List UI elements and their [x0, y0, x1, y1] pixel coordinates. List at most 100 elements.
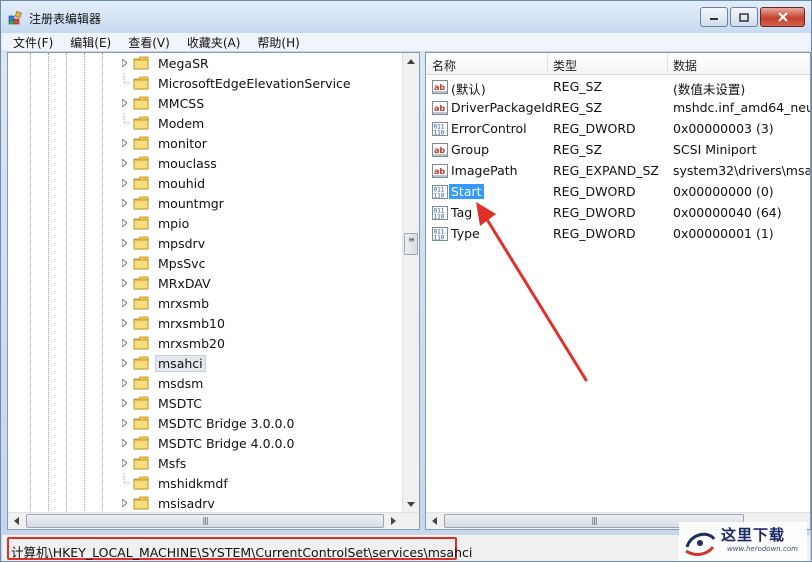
tree-item[interactable]: mouhid [120, 173, 208, 193]
tree-item[interactable]: msisadrv [120, 493, 218, 513]
scroll-thumb[interactable]: ||| [26, 514, 384, 528]
tree-item[interactable]: mpio [120, 213, 192, 233]
tree-item-label: mpsdrv [158, 235, 206, 251]
expand-arrow-icon[interactable] [120, 173, 129, 193]
value-row[interactable]: 011 110 Start REG_DWORD 0x00000000 (0) [426, 182, 810, 203]
tree-item[interactable]: MpsSvc [120, 253, 208, 273]
maximize-button[interactable] [730, 7, 758, 27]
scroll-thumb[interactable]: ≡ [404, 233, 418, 255]
tree-item[interactable]: MegaSR [120, 53, 212, 73]
tree-item[interactable]: mshidkmdf [120, 473, 231, 493]
tree-item[interactable]: Modem [120, 113, 207, 133]
folder-icon [133, 216, 149, 230]
menu-view[interactable]: 查看(V) [117, 34, 176, 51]
watermark-logo-icon [685, 532, 716, 556]
tree-guide-line [66, 53, 67, 513]
tree-vertical-scrollbar[interactable]: ≡ [402, 53, 419, 513]
expand-arrow-icon[interactable] [120, 253, 129, 273]
tree-item[interactable]: mrxsmb20 [120, 333, 228, 353]
tree-item-label: MMCSS [158, 95, 205, 111]
tree-item[interactable]: MMCSS [120, 93, 207, 113]
menu-favorites[interactable]: 收藏夹(A) [176, 34, 247, 51]
value-type: REG_DWORD [553, 121, 636, 136]
tree-item[interactable]: mountmgr [120, 193, 227, 213]
tree-item[interactable]: MicrosoftEdgeElevationService [120, 73, 354, 93]
scroll-down-button[interactable] [403, 496, 419, 513]
menu-edit[interactable]: 编辑(E) [59, 34, 117, 51]
tree-item[interactable]: MRxDAV [120, 273, 214, 293]
tree-horizontal-scrollbar[interactable]: ||| [8, 512, 419, 529]
tree-item[interactable]: monitor [120, 133, 210, 153]
svg-text:ab: ab [434, 104, 445, 113]
value-row[interactable]: ab (默认) REG_SZ (数值未设置) [426, 77, 810, 98]
column-divider[interactable] [667, 53, 668, 75]
value-row[interactable]: ab Group REG_SZ SCSI Miniport [426, 140, 810, 161]
tree-item[interactable]: mpsdrv [120, 233, 208, 253]
tree-item[interactable]: mrxsmb10 [120, 313, 228, 333]
column-data-header[interactable]: 数据 [673, 57, 697, 74]
expand-arrow-icon[interactable] [120, 333, 129, 353]
tree-item-label: mrxsmb [158, 295, 210, 311]
expand-arrow-icon[interactable] [120, 193, 129, 213]
value-row[interactable]: ab ImagePath REG_EXPAND_SZ system32\drivers… [426, 161, 810, 182]
folder-icon [133, 376, 149, 390]
tree-item[interactable]: Msfs [120, 453, 189, 473]
expand-arrow-icon[interactable] [120, 393, 129, 413]
expand-arrow-icon[interactable] [120, 313, 129, 333]
tree-item[interactable]: MSDTC Bridge 4.0.0.0 [120, 433, 297, 453]
value-row[interactable]: 011 110 ErrorControl REG_DWORD 0x00000003 (3… [426, 119, 810, 140]
expand-arrow-icon[interactable] [120, 53, 129, 73]
tree-guide-line [102, 53, 103, 513]
expand-arrow-icon[interactable] [120, 493, 129, 513]
value-row[interactable]: 011 110 Type REG_DWORD 0x00000001 (1) [426, 224, 810, 245]
scroll-right-button[interactable] [385, 513, 402, 529]
folder-icon [133, 56, 149, 70]
column-divider[interactable] [547, 53, 548, 75]
key-tree-pane[interactable]: MegaSR MicrosoftEdgeElevationService MMCSS… [7, 52, 420, 530]
tree-item[interactable]: MSDTC [120, 393, 205, 413]
value-name: ErrorControl [451, 121, 527, 136]
value-row[interactable]: 011 110 Tag REG_DWORD 0x00000040 (64) [426, 203, 810, 224]
tree-item[interactable]: mouclass [120, 153, 220, 173]
column-type-header[interactable]: 类型 [553, 57, 577, 74]
tree-connector [120, 473, 129, 493]
value-row[interactable]: ab DriverPackageId REG_SZ mshdc.inf_amd64_n… [426, 98, 810, 119]
folder-icon [133, 76, 149, 90]
value-name: (默认) [451, 82, 486, 97]
string-value-icon: ab [432, 164, 448, 178]
value-type: REG_SZ [553, 100, 603, 115]
menu-file[interactable]: 文件(F) [2, 34, 59, 51]
tree-item[interactable]: msdsm [120, 373, 206, 393]
value-data: 0x00000000 (0) [673, 184, 774, 199]
folder-icon [133, 296, 149, 310]
folder-icon [133, 316, 149, 330]
minimize-button[interactable] [700, 7, 728, 27]
scroll-left-button[interactable] [8, 513, 25, 529]
expand-arrow-icon[interactable] [120, 373, 129, 393]
window-title: 注册表编辑器 [29, 12, 102, 26]
value-name: Group [451, 142, 490, 157]
title-bar[interactable]: 注册表编辑器 [1, 1, 811, 33]
close-button[interactable] [760, 7, 805, 27]
expand-arrow-icon[interactable] [120, 413, 129, 433]
expand-arrow-icon[interactable] [120, 133, 129, 153]
menu-help[interactable]: 帮助(H) [246, 34, 305, 51]
expand-arrow-icon[interactable] [120, 153, 129, 173]
tree-item-label: MRxDAV [158, 275, 211, 291]
arrow-up-icon [407, 59, 415, 64]
expand-arrow-icon[interactable] [120, 293, 129, 313]
column-name-header[interactable]: 名称 [432, 57, 456, 74]
scroll-up-button[interactable] [403, 53, 419, 70]
tree-item[interactable]: MSDTC Bridge 3.0.0.0 [120, 413, 297, 433]
expand-arrow-icon[interactable] [120, 433, 129, 453]
tree-item[interactable]: mrxsmb [120, 293, 212, 313]
values-pane[interactable]: 名称 类型 数据 ab (默认) REG_SZ (数值未设置) ab DriverPack… [425, 52, 811, 530]
scroll-left-button[interactable] [426, 513, 443, 529]
expand-arrow-icon[interactable] [120, 213, 129, 233]
expand-arrow-icon[interactable] [120, 93, 129, 113]
tree-item[interactable]: msahci [120, 353, 206, 373]
expand-arrow-icon[interactable] [120, 453, 129, 473]
expand-arrow-icon[interactable] [120, 273, 129, 293]
expand-arrow-icon[interactable] [120, 353, 129, 373]
expand-arrow-icon[interactable] [120, 233, 129, 253]
